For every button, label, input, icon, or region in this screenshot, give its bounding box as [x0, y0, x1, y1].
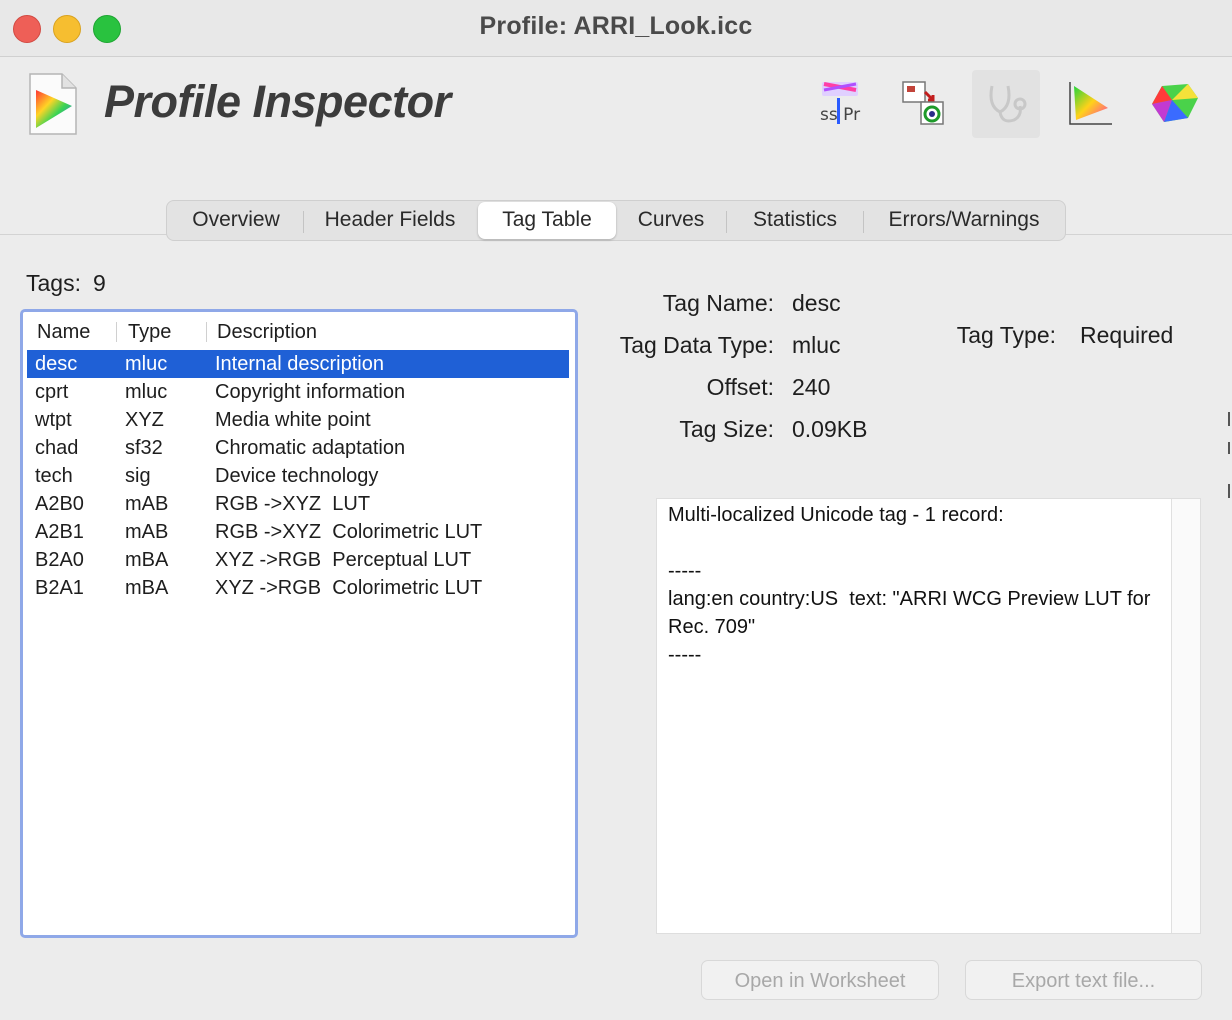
cell-description: Device technology	[215, 465, 379, 487]
tag-contents-text[interactable]: Multi-localized Unicode tag - 1 record: …	[668, 501, 1158, 669]
cell-description: RGB ->XYZ LUT	[215, 493, 371, 515]
column-header-name[interactable]: Name	[37, 321, 90, 344]
tag-data-type-label: Tag Data Type:	[619, 332, 774, 358]
cell-description: Copyright information	[215, 381, 406, 403]
tags-count: Tags: 9	[26, 270, 106, 297]
tags-count-label: Tags:	[26, 270, 81, 296]
cell-description: Media white point	[215, 409, 371, 431]
cell-description: Internal description	[215, 353, 384, 375]
column-separator	[206, 322, 207, 342]
cell-type: mluc	[125, 353, 168, 375]
validate-tool-button[interactable]	[972, 70, 1040, 138]
cell-type: mBA	[125, 549, 169, 571]
cell-name: wtpt	[35, 409, 72, 431]
gamut-2d-tool-button[interactable]	[1056, 70, 1124, 138]
cell-name: A2B1	[35, 521, 84, 543]
table-row[interactable]: tech sig Device technology	[27, 462, 569, 490]
cell-description: XYZ ->RGB Perceptual LUT	[215, 549, 472, 571]
tab-statistics[interactable]: Statistics	[727, 201, 863, 240]
cell-type: sig	[125, 465, 151, 487]
cell-description: RGB ->XYZ Colorimetric LUT	[215, 521, 483, 543]
cell-name: tech	[35, 465, 73, 487]
window-resize-edge	[1228, 412, 1230, 498]
cell-type: XYZ	[125, 409, 164, 431]
offset-value: 240	[792, 374, 831, 400]
offset-label: Offset:	[706, 374, 774, 400]
table-row[interactable]: desc mluc Internal description	[27, 350, 569, 378]
window-title: Profile: ARRI_Look.icc	[479, 12, 753, 40]
export-text-file-button[interactable]: Export text file...	[965, 960, 1202, 1000]
gamut-3d-plot-icon	[1152, 84, 1198, 122]
table-row[interactable]: A2B0 mAB RGB ->XYZ LUT	[27, 490, 569, 518]
tab-header-fields[interactable]: Header Fields	[304, 201, 476, 240]
gamut-3d-tool-button[interactable]	[1140, 70, 1208, 138]
cell-name: cprt	[35, 381, 69, 403]
tab-errors-warnings[interactable]: Errors/Warnings	[864, 201, 1064, 240]
tab-tag-table[interactable]: Tag Table	[478, 202, 616, 239]
cell-type: mAB	[125, 493, 169, 515]
tag-name-value: desc	[792, 290, 841, 316]
title-bar: Profile: ARRI_Look.icc	[0, 0, 1232, 57]
tag-contents-text-area[interactable]: Multi-localized Unicode tag - 1 record: …	[656, 498, 1201, 934]
tags-count-value: 9	[92, 270, 106, 296]
app-name: Profile Inspector	[104, 76, 451, 127]
open-in-worksheet-button[interactable]: Open in Worksheet	[701, 960, 939, 1000]
tag-name-label: Tag Name:	[662, 290, 774, 316]
column-header-description[interactable]: Description	[217, 321, 317, 344]
text-inspector-icon: ss Pr	[820, 82, 860, 125]
tab-bar: Overview Header Fields Tag Table Curves …	[166, 200, 1066, 241]
tab-overview[interactable]: Overview	[169, 201, 303, 240]
table-row[interactable]: A2B1 mAB RGB ->XYZ Colorimetric LUT	[27, 518, 569, 546]
tag-table[interactable]: Name Type Description desc mluc Internal…	[20, 309, 578, 938]
table-row[interactable]: B2A1 mBA XYZ ->RGB Colorimetric LUT	[27, 574, 569, 602]
column-header-type[interactable]: Type	[128, 321, 171, 344]
cell-description: XYZ ->RGB Colorimetric LUT	[215, 577, 483, 599]
profile-inspector-logo-icon	[26, 72, 80, 136]
table-row[interactable]: chad sf32 Chromatic adaptation	[27, 434, 569, 462]
cell-type: sf32	[125, 437, 163, 459]
profile-convert-tool-button[interactable]	[889, 70, 957, 138]
cell-name: chad	[35, 437, 79, 459]
cell-type: mBA	[125, 577, 169, 599]
tag-size-value: 0.09KB	[792, 416, 868, 442]
tag-type-label: Tag Type:	[956, 322, 1056, 348]
text-inspector-tool-button[interactable]: ss Pr	[806, 70, 874, 138]
cell-type: mluc	[125, 381, 168, 403]
tag-size-label: Tag Size:	[679, 416, 774, 442]
profile-convert-icon	[902, 81, 944, 125]
cell-type: mAB	[125, 521, 169, 543]
cell-name: B2A0	[35, 549, 84, 571]
text-area-scrollbar[interactable]	[1171, 499, 1200, 933]
cell-name: B2A1	[35, 577, 84, 599]
cell-name: A2B0	[35, 493, 84, 515]
tag-data-type-value: mluc	[792, 332, 841, 358]
table-row[interactable]: wtpt XYZ Media white point	[27, 406, 569, 434]
table-header: Name Type Description	[27, 316, 571, 346]
tab-curves[interactable]: Curves	[616, 201, 726, 240]
svg-text:ss Pr: ss Pr	[820, 105, 860, 125]
column-separator	[116, 322, 117, 342]
cell-name: desc	[35, 353, 78, 375]
cell-description: Chromatic adaptation	[215, 437, 406, 459]
stethoscope-icon	[989, 85, 1027, 123]
gamut-2d-plot-icon	[1069, 82, 1112, 125]
table-row[interactable]: B2A0 mBA XYZ ->RGB Perceptual LUT	[27, 546, 569, 574]
table-row[interactable]: cprt mluc Copyright information	[27, 378, 569, 406]
tag-type-value: Required	[1080, 322, 1174, 348]
